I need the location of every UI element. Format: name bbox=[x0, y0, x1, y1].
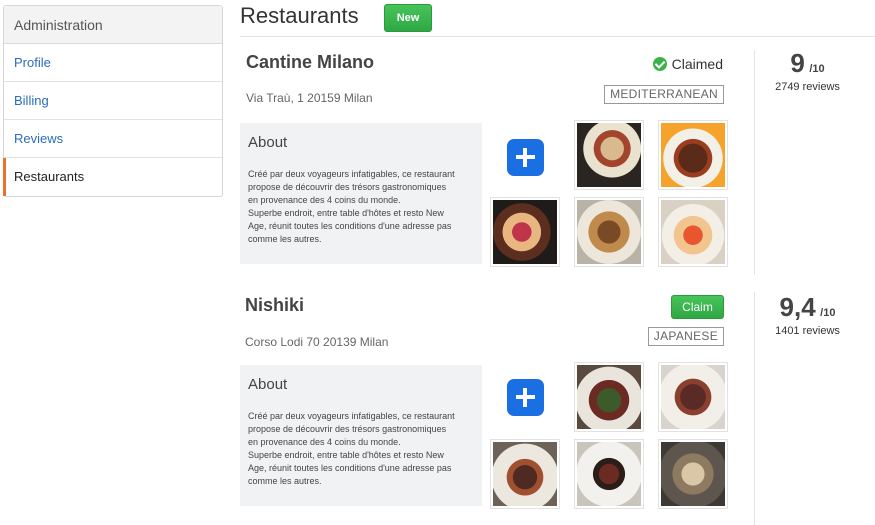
about-panel: About Créé par deux voyageurs infatigabl… bbox=[240, 365, 482, 506]
restaurant-name[interactable]: Nishiki bbox=[245, 295, 304, 316]
about-title: About bbox=[248, 134, 288, 151]
about-title: About bbox=[248, 376, 288, 393]
review-count[interactable]: 1401 reviews bbox=[760, 325, 855, 337]
new-restaurant-button[interactable]: New bbox=[384, 4, 432, 32]
header-divider bbox=[240, 36, 875, 37]
check-circle-icon bbox=[652, 57, 667, 71]
about-panel: About Créé par deux voyageurs infatigabl… bbox=[240, 123, 482, 264]
photo-gallery bbox=[490, 362, 730, 509]
restaurant-card: Nishiki Claim Corso Lodi 70 20139 Milan … bbox=[240, 295, 730, 525]
add-photo-button[interactable] bbox=[490, 362, 560, 432]
claimed-status: Claimed bbox=[652, 56, 723, 72]
photo-thumbnail[interactable] bbox=[490, 439, 560, 509]
photo-thumbnail[interactable] bbox=[574, 120, 644, 190]
photo-thumbnail[interactable] bbox=[658, 197, 728, 267]
sidebar-heading: Administration bbox=[4, 6, 222, 44]
photo-thumbnail[interactable] bbox=[658, 439, 728, 509]
photo-thumbnail[interactable] bbox=[658, 362, 728, 432]
rating-divider bbox=[754, 292, 755, 525]
photo-thumbnail[interactable] bbox=[574, 197, 644, 267]
sidebar-item-billing[interactable]: Billing bbox=[4, 82, 222, 120]
photo-thumbnail[interactable] bbox=[574, 439, 644, 509]
page-title: Restaurants bbox=[240, 3, 359, 28]
rating-outof: /10 bbox=[809, 63, 825, 75]
about-text: Créé par deux voyageurs infatigables, ce… bbox=[248, 411, 455, 486]
photo-thumbnail[interactable] bbox=[574, 362, 644, 432]
photo-gallery bbox=[490, 120, 730, 267]
restaurant-name[interactable]: Cantine Milano bbox=[246, 52, 374, 73]
add-photo-button[interactable] bbox=[490, 122, 560, 192]
rating-score: 9 bbox=[790, 48, 805, 78]
rating-divider bbox=[754, 50, 755, 275]
rating-score: 9,4 bbox=[779, 292, 816, 322]
restaurant-address: Via Traù, 1 20159 Milan bbox=[246, 91, 373, 105]
claim-button[interactable]: Claim bbox=[671, 295, 724, 319]
about-text: Créé par deux voyageurs infatigables, ce… bbox=[248, 169, 455, 244]
sidebar-item-reviews[interactable]: Reviews bbox=[4, 120, 222, 158]
plus-icon bbox=[506, 138, 544, 176]
claimed-label: Claimed bbox=[671, 56, 723, 72]
restaurant-address: Corso Lodi 70 20139 Milan bbox=[245, 335, 389, 349]
restaurant-card: Cantine Milano Claimed Via Traù, 1 20159… bbox=[240, 52, 730, 282]
rating-block: 9,4 /10 1401 reviews bbox=[760, 292, 855, 337]
photo-thumbnail[interactable] bbox=[490, 197, 560, 267]
cuisine-tag: MEDITERRANEAN bbox=[604, 85, 724, 104]
rating-block: 9 /10 2749 reviews bbox=[760, 48, 855, 93]
sidebar-item-profile[interactable]: Profile bbox=[4, 44, 222, 82]
cuisine-tag: JAPANESE bbox=[647, 327, 724, 346]
photo-thumbnail[interactable] bbox=[658, 120, 728, 190]
sidebar-item-restaurants[interactable]: Restaurants bbox=[3, 158, 222, 196]
admin-sidebar: Administration Profile Billing Reviews R… bbox=[3, 5, 223, 197]
rating-outof: /10 bbox=[820, 307, 836, 319]
plus-icon bbox=[506, 378, 544, 416]
review-count[interactable]: 2749 reviews bbox=[760, 81, 855, 93]
